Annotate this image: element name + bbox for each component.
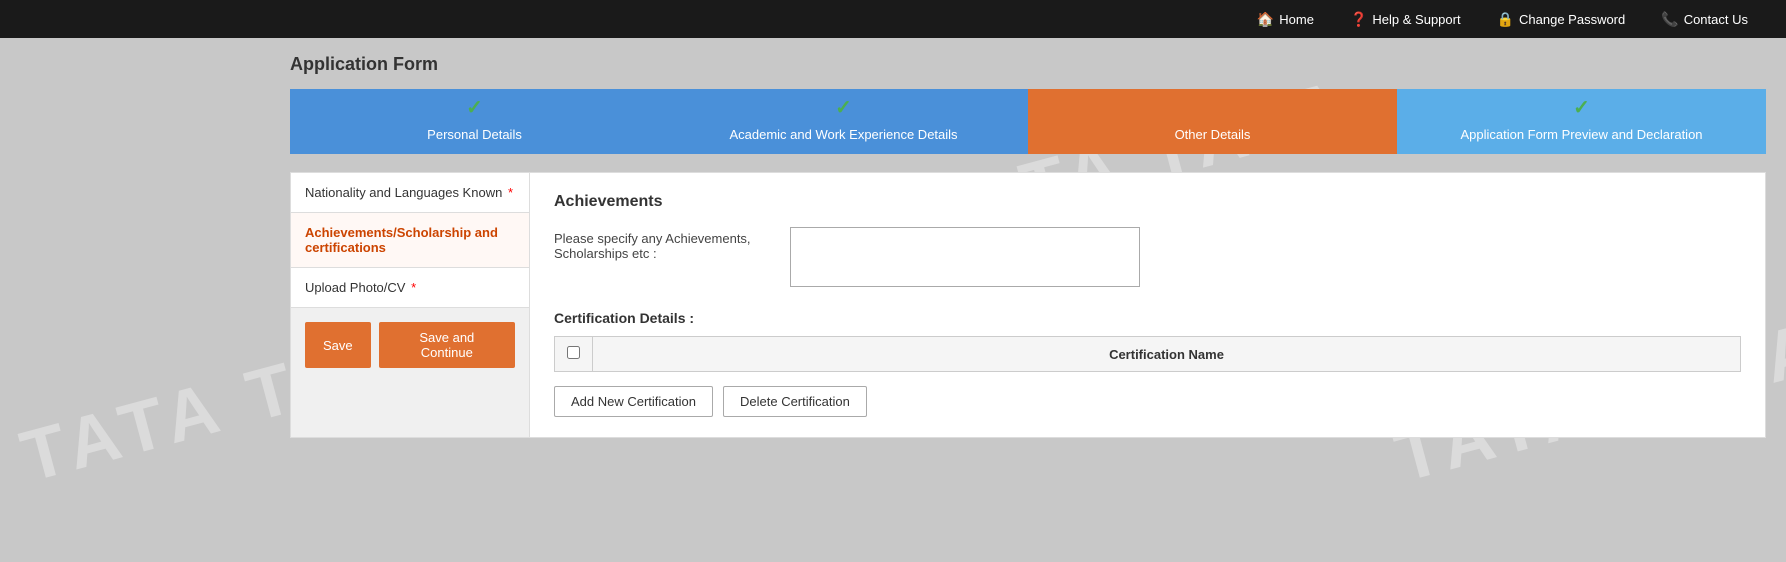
sidebar-item-nationality[interactable]: Nationality and Languages Known * (291, 173, 529, 213)
sidebar-item-achievements[interactable]: Achievements/Scholarship and certificati… (291, 213, 529, 268)
help-label: Help & Support (1372, 12, 1460, 27)
page-title: Application Form (290, 54, 1766, 75)
delete-certification-button[interactable]: Delete Certification (723, 386, 867, 417)
cert-select-all-checkbox[interactable] (567, 346, 580, 359)
add-certification-button[interactable]: Add New Certification (554, 386, 713, 417)
home-label: Home (1279, 12, 1314, 27)
nationality-required-star: * (508, 185, 513, 200)
step-tab-academic[interactable]: ✓ Academic and Work Experience Details (659, 89, 1028, 154)
cert-table-header-checkbox (555, 337, 593, 372)
step4-label: Application Form Preview and Declaration (1450, 127, 1712, 144)
left-sidebar-menu: Nationality and Languages Known * Achiev… (290, 172, 530, 438)
achievements-field-input (790, 227, 1140, 290)
right-content-panel: Achievements Please specify any Achievem… (530, 172, 1766, 438)
step1-label: Personal Details (417, 127, 532, 144)
step-tab-other[interactable]: Other Details (1028, 89, 1397, 154)
save-button[interactable]: Save (305, 322, 371, 368)
change-password-nav-item[interactable]: 🔒 Change Password (1479, 0, 1644, 38)
upload-label: Upload Photo/CV (305, 280, 405, 295)
sidebar-item-upload[interactable]: Upload Photo/CV * (291, 268, 529, 308)
achievements-section-title: Achievements (554, 193, 1741, 211)
form-area: Nationality and Languages Known * Achiev… (290, 172, 1766, 438)
home-nav-item[interactable]: 🏠 Home (1239, 0, 1332, 38)
upload-required-star: * (411, 280, 416, 295)
cert-section-title: Certification Details : (554, 310, 1741, 326)
nationality-label: Nationality and Languages Known (305, 185, 502, 200)
step3-label: Other Details (1165, 127, 1261, 144)
contact-nav-item[interactable]: 📞 Contact Us (1643, 0, 1766, 38)
main-content: Application Form ✓ Personal Details ✓ Ac… (270, 38, 1786, 562)
top-navigation: 🏠 Home ❓ Help & Support 🔒 Change Passwor… (0, 0, 1786, 38)
certification-table: Certification Name (554, 336, 1741, 372)
phone-icon: 📞 (1661, 11, 1678, 28)
achievements-field-label: Please specify any Achievements, Scholar… (554, 227, 774, 261)
save-continue-button[interactable]: Save and Continue (379, 322, 515, 368)
achievements-textarea[interactable] (790, 227, 1140, 287)
lock-icon: 🔒 (1497, 11, 1514, 28)
achievements-field-row: Please specify any Achievements, Scholar… (554, 227, 1741, 290)
steps-container: ✓ Personal Details ✓ Academic and Work E… (290, 89, 1766, 154)
help-icon: ❓ (1350, 11, 1367, 28)
step2-label: Academic and Work Experience Details (719, 127, 967, 144)
contact-label: Contact Us (1684, 12, 1748, 27)
step2-checkmark: ✓ (835, 95, 852, 120)
help-nav-item[interactable]: ❓ Help & Support (1332, 0, 1479, 38)
step1-checkmark: ✓ (466, 95, 483, 120)
step-tab-preview[interactable]: ✓ Application Form Preview and Declarati… (1397, 89, 1766, 154)
home-icon: 🏠 (1257, 11, 1274, 28)
action-buttons-container: Save Save and Continue (291, 308, 529, 382)
step-tab-personal[interactable]: ✓ Personal Details (290, 89, 659, 154)
achievements-label: Achievements/Scholarship and certificati… (305, 225, 498, 255)
step4-checkmark: ✓ (1573, 95, 1590, 120)
cert-buttons-container: Add New Certification Delete Certificati… (554, 386, 1741, 417)
change-password-label: Change Password (1519, 12, 1625, 27)
cert-table-header-name: Certification Name (593, 337, 1741, 372)
